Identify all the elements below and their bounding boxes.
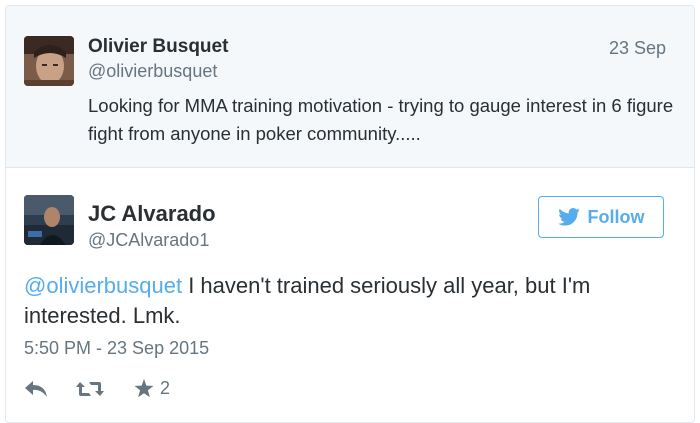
retweet-icon <box>76 381 104 396</box>
reply-button[interactable] <box>24 380 48 398</box>
parent-tweet[interactable]: Olivier Busquet @olivierbusquet 23 Sep L… <box>6 6 694 168</box>
author-handle[interactable]: @olivierbusquet <box>88 61 217 82</box>
embedded-tweet: Olivier Busquet @olivierbusquet 23 Sep L… <box>5 5 695 423</box>
star-icon <box>134 379 154 398</box>
avatar[interactable] <box>24 36 74 86</box>
tweet-timestamp[interactable]: 5:50 PM - 23 Sep 2015 <box>24 338 209 359</box>
twitter-bird-icon <box>557 208 580 226</box>
reply-icon <box>25 380 47 397</box>
tweet-text: Looking for MMA training motivation - tr… <box>88 95 674 144</box>
favorite-button[interactable]: 2 <box>134 378 170 399</box>
follow-label: Follow <box>587 206 645 227</box>
author-handle[interactable]: @JCAlvarado1 <box>88 230 209 251</box>
favorite-count: 2 <box>160 378 171 398</box>
author-name[interactable]: JC Alvarado <box>88 201 216 227</box>
tweet-actions: 2 <box>24 378 170 399</box>
tweet-date[interactable]: 23 Sep <box>609 38 666 59</box>
avatar[interactable] <box>24 195 74 245</box>
author-name[interactable]: Olivier Busquet <box>88 36 228 58</box>
retweet-button[interactable] <box>76 380 104 398</box>
mention-link[interactable]: @olivierbusquet <box>24 273 182 298</box>
follow-button[interactable]: Follow <box>538 196 664 238</box>
tweet-text: @olivierbusquet I haven't trained seriou… <box>24 271 684 331</box>
